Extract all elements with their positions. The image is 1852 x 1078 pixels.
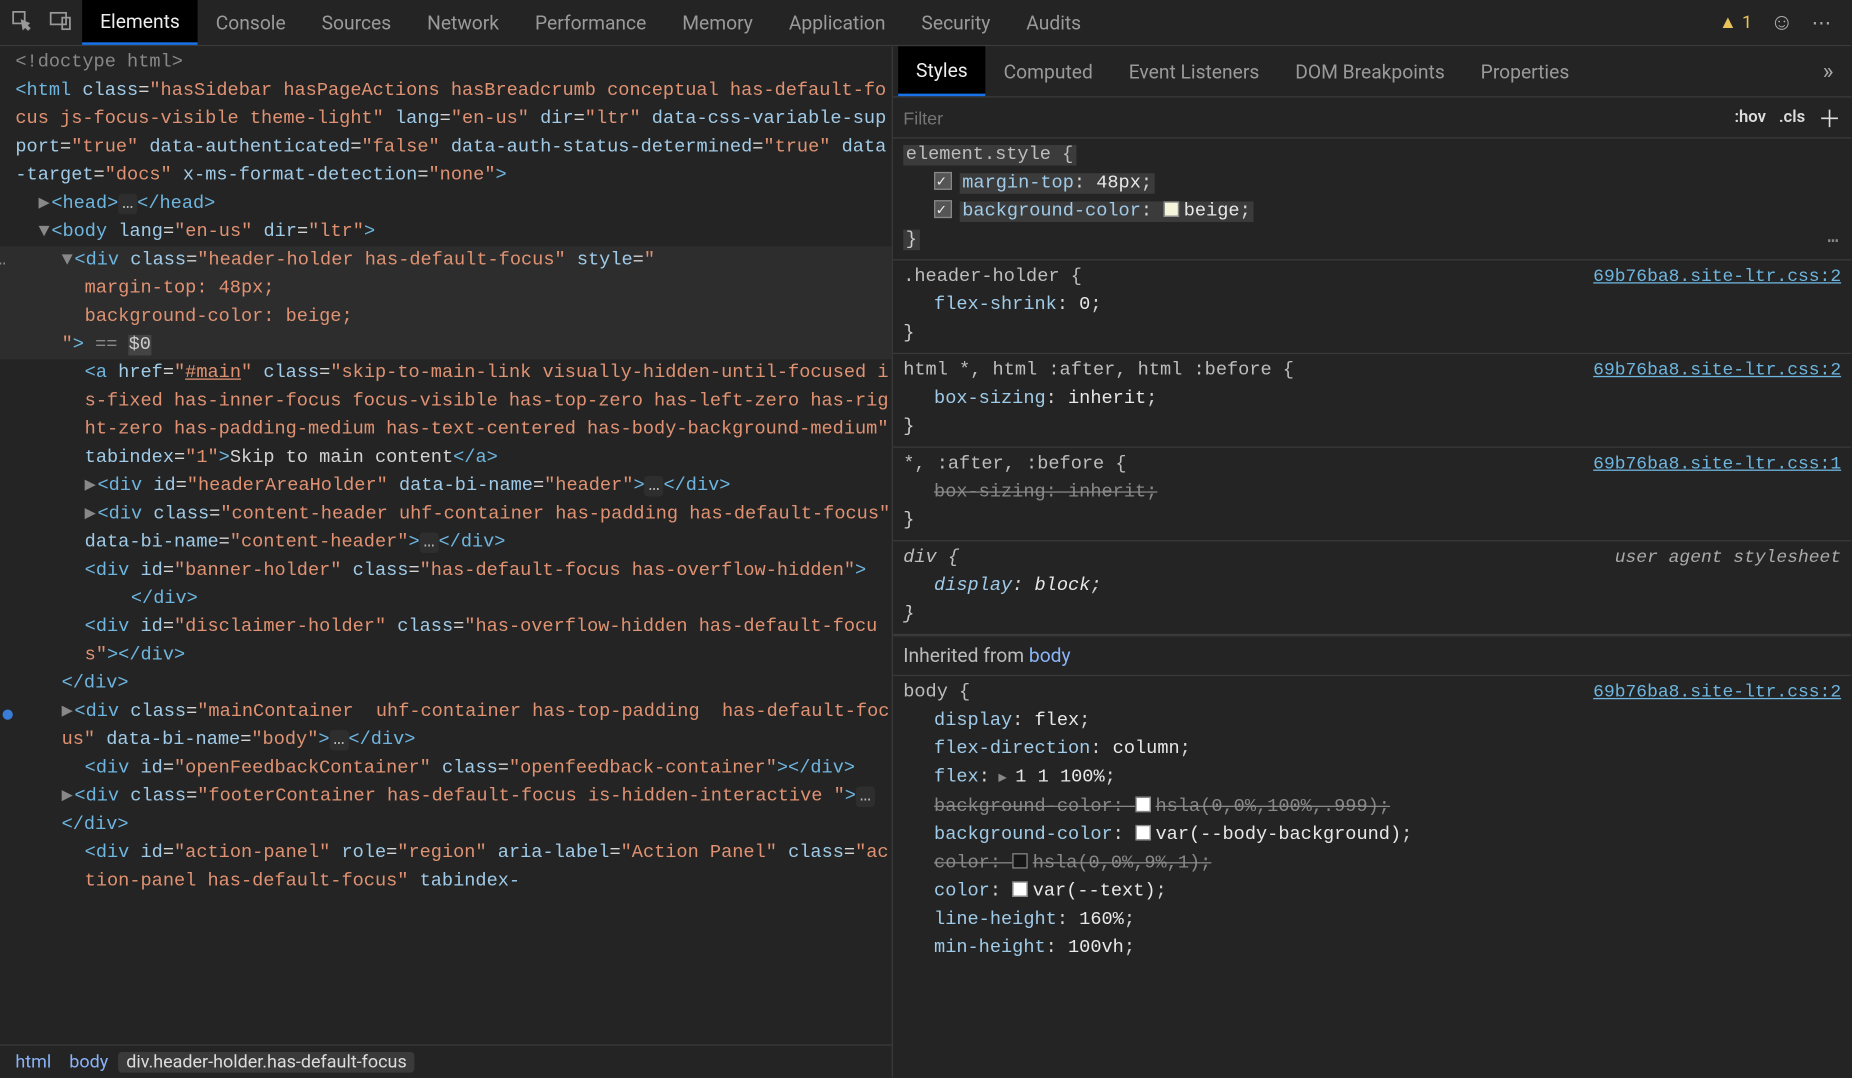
checkbox-icon[interactable] bbox=[934, 200, 952, 218]
tab-network[interactable]: Network bbox=[409, 0, 517, 45]
elements-dom-pane: <!doctype html> <html class="hasSidebar … bbox=[0, 46, 892, 1078]
footer-container-node[interactable]: ▶<div class="footerContainer has-default… bbox=[0, 783, 892, 839]
styles-filter-bar: :hov .cls ＋ bbox=[893, 98, 1851, 139]
ua-stylesheet-label: user agent stylesheet bbox=[1615, 544, 1841, 572]
more-icon[interactable]: ⋯ bbox=[1812, 11, 1834, 34]
styles-tab-event-listeners[interactable]: Event Listeners bbox=[1111, 46, 1277, 96]
color-swatch-icon[interactable] bbox=[1135, 797, 1150, 812]
tab-elements[interactable]: Elements bbox=[82, 0, 198, 45]
crumb-html[interactable]: html bbox=[8, 1051, 59, 1072]
dom-tree[interactable]: <!doctype html> <html class="hasSidebar … bbox=[0, 46, 892, 1044]
tab-performance[interactable]: Performance bbox=[517, 0, 664, 45]
warning-count: 1 bbox=[1742, 12, 1752, 33]
cls-button[interactable]: .cls bbox=[1779, 108, 1805, 127]
source-link[interactable]: 69b76ba8.site-ltr.css:2 bbox=[1593, 263, 1841, 291]
main-container-node[interactable]: ▶<div class="mainContainer uhf-container… bbox=[0, 698, 892, 754]
rule-header-holder[interactable]: 69b76ba8.site-ltr.css:2 .header-holder {… bbox=[893, 260, 1851, 354]
color-swatch-icon[interactable] bbox=[1012, 853, 1027, 868]
more-icon[interactable]: ⋯ bbox=[1827, 228, 1841, 256]
inherited-from-link[interactable]: body bbox=[1029, 644, 1071, 667]
tab-application[interactable]: Application bbox=[771, 0, 904, 45]
color-swatch-icon[interactable] bbox=[1012, 881, 1027, 896]
warning-icon: ▲ bbox=[1719, 12, 1737, 34]
styles-tab-computed[interactable]: Computed bbox=[986, 46, 1111, 96]
device-toolbar-icon[interactable] bbox=[49, 8, 72, 36]
action-panel-node[interactable]: <div id="action-panel" role="region" ari… bbox=[0, 839, 892, 895]
selector: .header-holder { bbox=[903, 267, 1082, 288]
header-holder-close[interactable]: </div> bbox=[0, 670, 892, 698]
tab-sources[interactable]: Sources bbox=[304, 0, 410, 45]
inherited-separator: Inherited from body bbox=[893, 635, 1851, 676]
tab-console[interactable]: Console bbox=[198, 0, 304, 45]
banner-holder-node[interactable]: <div id="banner-holder" class="has-defau… bbox=[0, 557, 892, 585]
warnings-badge[interactable]: ▲1 bbox=[1719, 12, 1752, 34]
selector: div { bbox=[903, 548, 959, 569]
styles-tab-properties[interactable]: Properties bbox=[1463, 46, 1587, 96]
hov-button[interactable]: :hov bbox=[1734, 108, 1766, 127]
styles-tab-dom-breakpoints[interactable]: DOM Breakpoints bbox=[1277, 46, 1462, 96]
crumb-body[interactable]: body bbox=[62, 1051, 116, 1072]
devtools-main-tabs: Elements Console Sources Network Perform… bbox=[0, 0, 1851, 46]
tab-audits[interactable]: Audits bbox=[1008, 0, 1099, 45]
skip-link-node[interactable]: <a href="#main" class="skip-to-main-link… bbox=[0, 359, 892, 472]
content-header-node[interactable]: ▶<div class="content-header uhf-containe… bbox=[0, 500, 892, 556]
rule-html-star[interactable]: 69b76ba8.site-ltr.css:2 html *, html :af… bbox=[893, 354, 1851, 448]
source-link[interactable]: 69b76ba8.site-ltr.css:1 bbox=[1593, 450, 1841, 478]
feedback-icon[interactable]: ☺ bbox=[1770, 9, 1794, 36]
styles-tab-styles[interactable]: Styles bbox=[898, 46, 986, 96]
dom-breadcrumb: html body div.header-holder.has-default-… bbox=[0, 1044, 892, 1077]
color-swatch-icon[interactable] bbox=[1163, 201, 1178, 216]
inspect-tools bbox=[0, 8, 82, 36]
styles-filter-input[interactable] bbox=[903, 107, 1721, 128]
rule-div-ua[interactable]: user agent stylesheet div { display: blo… bbox=[893, 541, 1851, 635]
banner-holder-close[interactable]: </div> bbox=[0, 585, 892, 613]
rule-element-style[interactable]: element.style { margin-top: 48px; backgr… bbox=[893, 139, 1851, 261]
html-node[interactable]: <html class="hasSidebar hasPageActions h… bbox=[0, 77, 892, 190]
source-link[interactable]: 69b76ba8.site-ltr.css:2 bbox=[1593, 357, 1841, 385]
styles-pane: Styles Computed Event Listeners DOM Brea… bbox=[892, 46, 1852, 1078]
selector: *, :after, :before { bbox=[903, 454, 1126, 475]
disclaimer-node[interactable]: <div id="disclaimer-holder" class="has-o… bbox=[0, 613, 892, 669]
head-node[interactable]: ▶<head>…</head> bbox=[0, 190, 892, 218]
inline-style-1: margin-top: 48px; bbox=[85, 278, 275, 299]
tab-security[interactable]: Security bbox=[903, 0, 1008, 45]
devtools-right-tools: ▲1 ☺ ⋯ bbox=[1719, 9, 1851, 36]
inline-style-2: background-color: beige; bbox=[85, 307, 353, 328]
selector: html *, html :after, html :before { bbox=[903, 361, 1294, 382]
inspect-element-icon[interactable] bbox=[10, 8, 33, 36]
rule-body[interactable]: 69b76ba8.site-ltr.css:2 body { display: … bbox=[893, 676, 1851, 967]
feedback-container-node[interactable]: <div id="openFeedbackContainer" class="o… bbox=[0, 754, 892, 782]
rule-star[interactable]: 69b76ba8.site-ltr.css:1 *, :after, :befo… bbox=[893, 448, 1851, 542]
checkbox-icon[interactable] bbox=[934, 172, 952, 190]
color-swatch-icon[interactable] bbox=[1135, 825, 1150, 840]
styles-tabs: Styles Computed Event Listeners DOM Brea… bbox=[893, 46, 1851, 97]
styles-tabs-overflow-icon[interactable]: » bbox=[1810, 58, 1846, 85]
styles-rules[interactable]: element.style { margin-top: 48px; backgr… bbox=[893, 139, 1851, 1078]
selector-element-style: element.style { bbox=[903, 145, 1076, 166]
body-node[interactable]: ▼<body lang="en-us" dir="ltr"> bbox=[0, 218, 892, 246]
tab-memory[interactable]: Memory bbox=[664, 0, 771, 45]
selected-node[interactable]: ▼<div class="header-holder has-default-f… bbox=[0, 246, 892, 274]
source-link[interactable]: 69b76ba8.site-ltr.css:2 bbox=[1593, 679, 1841, 707]
selector: body { bbox=[903, 683, 970, 704]
new-style-rule-icon[interactable]: ＋ bbox=[1818, 101, 1841, 134]
doctype-node[interactable]: <!doctype html> bbox=[15, 53, 182, 74]
header-area-node[interactable]: ▶<div id="headerAreaHolder" data-bi-name… bbox=[0, 472, 892, 500]
brace-close: } bbox=[903, 230, 919, 251]
crumb-selected[interactable]: div.header-holder.has-default-focus bbox=[118, 1051, 414, 1072]
